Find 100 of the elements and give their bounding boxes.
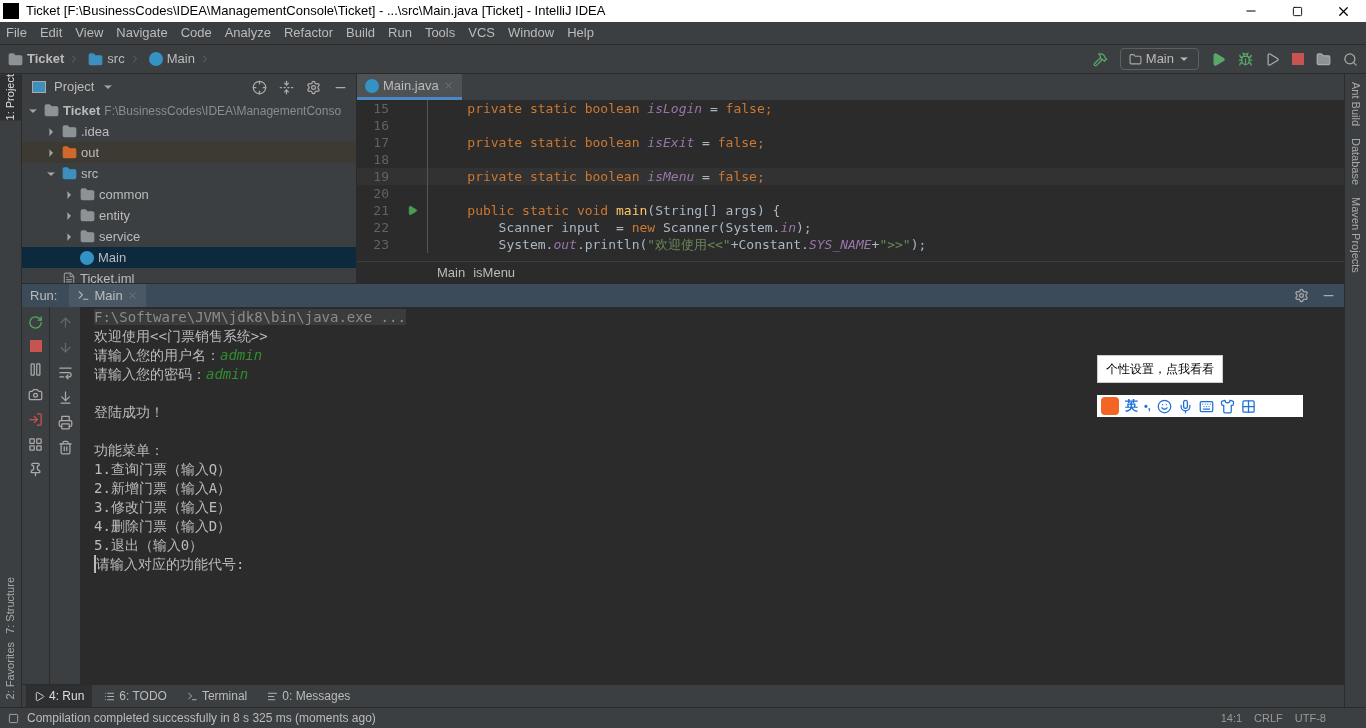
side-tab[interactable]: Database xyxy=(1347,138,1364,186)
class-icon xyxy=(148,52,163,66)
run-icon[interactable] xyxy=(1211,51,1226,67)
menu-item[interactable]: Help xyxy=(567,23,594,43)
code-token: ); xyxy=(796,220,812,235)
menu-item[interactable]: View xyxy=(75,23,104,43)
line-separator[interactable]: CRLF xyxy=(1254,709,1283,727)
microphone-icon[interactable] xyxy=(1177,398,1193,414)
stop-icon[interactable] xyxy=(29,340,42,352)
tree-item[interactable]: src xyxy=(22,163,356,184)
encoding[interactable]: UTF-8 xyxy=(1294,709,1326,727)
code-token: private static boolean xyxy=(466,169,641,184)
console-line: 4.删除门票（输入D） xyxy=(94,518,232,534)
tree-path: F:\BusinessCodes\IDEA\ManagementConso xyxy=(104,102,342,120)
build-icon[interactable] xyxy=(1092,51,1108,67)
menu-item[interactable]: Tools xyxy=(424,23,456,43)
menu-item[interactable]: VCS xyxy=(468,23,495,43)
tree-item[interactable]: Ticket F:\BusinessCodes\IDEA\ManagementConso xyxy=(22,100,356,121)
console-line: 2.新增门票（输入A） xyxy=(94,480,232,496)
debug-icon[interactable] xyxy=(1238,51,1253,67)
menu-item[interactable]: Navigate xyxy=(116,23,168,43)
menu-item[interactable]: Refactor xyxy=(283,23,334,43)
console-line: 欢迎使用<<门票销售系统>> xyxy=(94,328,268,344)
camera-icon[interactable] xyxy=(28,387,43,402)
breadcrumb[interactable]: src xyxy=(107,49,125,69)
console-line: 1.查询门票（输入Q） xyxy=(94,461,232,477)
editor-tab[interactable]: Main.java xyxy=(357,74,462,100)
trash-icon[interactable] xyxy=(57,440,73,455)
rerun-icon[interactable] xyxy=(28,315,43,330)
side-tab[interactable]: 2: Favorites xyxy=(0,641,21,699)
tool-window-tab[interactable]: 4: Run xyxy=(26,685,93,707)
tree-item[interactable]: out xyxy=(22,142,356,163)
tree-item[interactable]: entity xyxy=(22,205,356,226)
code-breadcrumb[interactable]: isMenu xyxy=(473,262,516,283)
folder-icon xyxy=(80,187,95,202)
project-structure-icon[interactable] xyxy=(1316,51,1331,67)
exit-icon[interactable] xyxy=(28,412,43,427)
status-icon[interactable] xyxy=(8,712,19,724)
layout-icon[interactable] xyxy=(28,437,43,452)
breadcrumb[interactable]: Main xyxy=(166,49,195,69)
ime-punctuation[interactable]: •, xyxy=(1144,397,1151,415)
folder-icon xyxy=(88,51,104,67)
settings-icon[interactable] xyxy=(1294,288,1309,303)
breadcrumb[interactable]: Ticket xyxy=(27,49,65,69)
typed-text: admin xyxy=(206,366,249,382)
code-token: + xyxy=(871,237,880,252)
emoji-icon[interactable] xyxy=(1156,398,1172,414)
console-line: 3.修改门票（输入E） xyxy=(94,499,232,515)
run-config-dropdown[interactable]: Main xyxy=(1119,48,1199,70)
panel-title[interactable]: Project xyxy=(54,77,95,97)
code-token: out xyxy=(553,237,577,252)
tool-window-tab[interactable]: Terminal xyxy=(178,685,256,707)
menu-item[interactable]: Code xyxy=(180,23,212,43)
ime-mode[interactable]: 英 xyxy=(1125,396,1138,416)
collapse-icon[interactable] xyxy=(279,79,294,95)
tree-item[interactable]: service xyxy=(22,226,356,247)
cursor-position[interactable]: 14:1 xyxy=(1220,709,1243,727)
print-icon[interactable] xyxy=(57,415,73,430)
tool-window-tab[interactable]: 6: TODO xyxy=(96,685,175,707)
keyboard-icon[interactable] xyxy=(1198,398,1214,414)
tree-item[interactable]: common xyxy=(22,184,356,205)
code-token: new xyxy=(631,220,657,235)
menu-item[interactable]: File xyxy=(6,23,27,43)
menu-item[interactable]: Edit xyxy=(39,23,63,43)
run-gutter-icon[interactable] xyxy=(406,205,418,216)
search-icon[interactable] xyxy=(1343,51,1358,67)
pause-icon[interactable] xyxy=(28,362,43,377)
tree-item[interactable]: .idea xyxy=(22,121,356,142)
menu-item[interactable]: Run xyxy=(388,23,412,43)
shirt-icon[interactable] xyxy=(1219,398,1235,414)
ime-toolbar[interactable]: 英 •, xyxy=(1097,395,1303,417)
run-tab[interactable]: Main xyxy=(69,284,146,307)
lines-icon xyxy=(267,690,279,702)
tree-item[interactable]: Ticket.iml xyxy=(22,268,356,283)
locate-icon[interactable] xyxy=(252,79,267,95)
tree-item[interactable]: Main xyxy=(22,247,356,268)
tool-window-tab[interactable]: 0: Messages xyxy=(259,685,359,707)
menu-item[interactable]: Build xyxy=(346,23,375,43)
side-tab[interactable]: 7: Structure xyxy=(0,576,21,634)
grid-icon[interactable] xyxy=(1240,398,1256,414)
wrap-icon[interactable] xyxy=(57,365,73,380)
pin-icon[interactable] xyxy=(28,462,43,477)
code-breadcrumb[interactable]: Main xyxy=(437,262,466,283)
settings-icon[interactable] xyxy=(306,79,321,95)
coverage-icon[interactable] xyxy=(1265,51,1280,67)
code-token: false; xyxy=(717,135,765,150)
console-line: 登陆成功！ xyxy=(94,404,164,420)
side-tab[interactable]: Maven Projects xyxy=(1347,197,1364,273)
console-line: 请输入对应的功能代号: xyxy=(96,555,245,574)
line-number: 16 xyxy=(372,117,390,134)
class-icon xyxy=(80,250,94,265)
line-number: 17 xyxy=(372,134,390,151)
code-token: = xyxy=(701,169,711,184)
menu-item[interactable]: Analyze xyxy=(224,23,271,43)
menu-item[interactable]: Window xyxy=(507,23,555,43)
side-tab[interactable]: Ant Build xyxy=(1347,82,1364,127)
line-number: 15 xyxy=(372,100,390,117)
side-tab[interactable]: 1: Project xyxy=(0,74,21,121)
code-token: = xyxy=(708,101,719,116)
folder-icon xyxy=(62,124,77,139)
